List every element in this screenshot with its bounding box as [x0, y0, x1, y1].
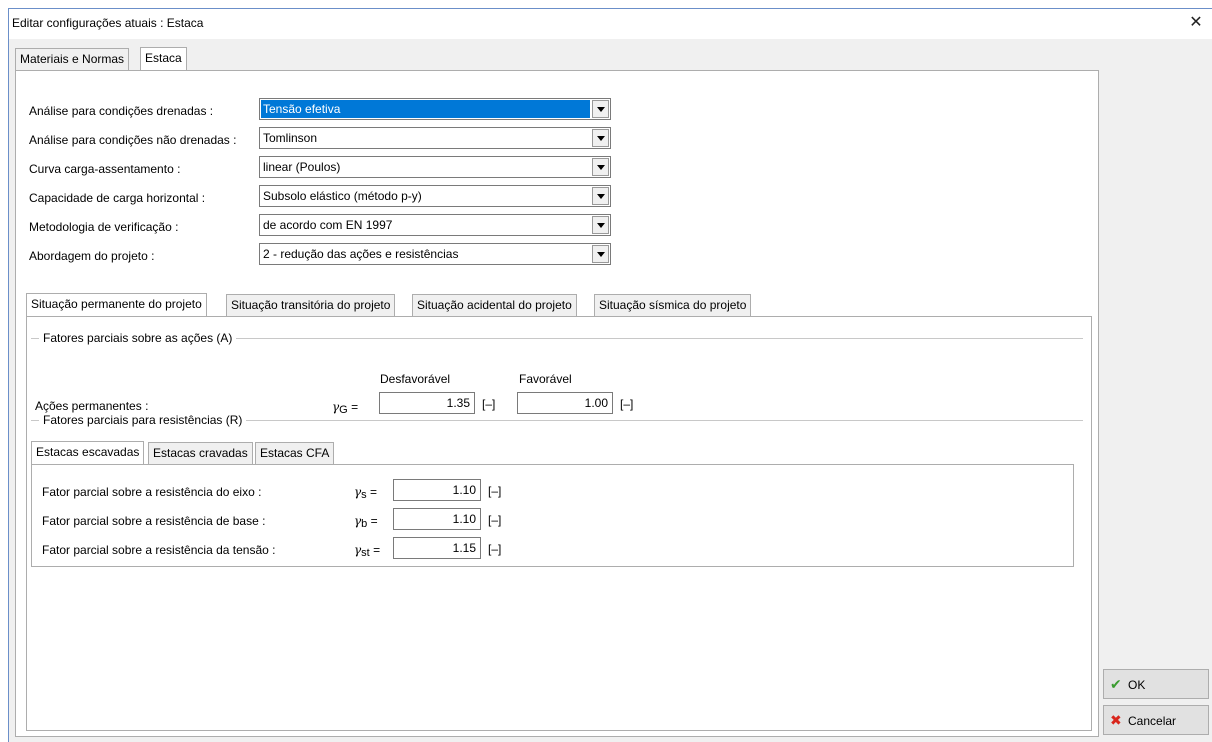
select-value: de acordo com EN 1997: [263, 218, 393, 232]
verification-method-label: Metodologia de verificação :: [29, 220, 179, 234]
tab-label: Situação permanente do projeto: [31, 297, 202, 311]
gamma-s-symbol: γs =: [354, 485, 378, 501]
gamma-b-input[interactable]: 1.10: [393, 508, 481, 530]
chevron-down-icon: [592, 187, 609, 205]
unit-label: [–]: [488, 513, 502, 527]
tab-label: Estacas cravadas: [153, 446, 248, 460]
tab-situacao-permanente[interactable]: Situação permanente do projeto: [26, 293, 207, 316]
undrained-analysis-label: Análise para condições não drenadas :: [29, 133, 237, 147]
tab-label: Estaca: [145, 51, 182, 65]
favorable-header: Favorável: [519, 372, 572, 386]
settings-dialog: Editar configurações atuais : Estaca ✕ M…: [8, 8, 1212, 742]
chevron-down-icon: [592, 216, 609, 234]
tab-label: Situação transitória do projeto: [231, 298, 391, 312]
base-resistance-label: Fator parcial sobre a resistência de bas…: [42, 514, 266, 528]
load-settlement-select[interactable]: linear (Poulos): [259, 156, 611, 178]
load-settlement-label: Curva carga-assentamento :: [29, 162, 181, 176]
window-title: Editar configurações atuais : Estaca: [12, 16, 204, 30]
chevron-down-icon: [592, 100, 609, 118]
gamma-b-symbol: γb =: [354, 514, 378, 530]
tab-label: Materiais e Normas: [20, 52, 125, 66]
tab-estaca[interactable]: Estaca: [140, 47, 187, 70]
tab-materiais-e-normas[interactable]: Materiais e Normas: [15, 48, 130, 70]
select-value: Tomlinson: [263, 131, 318, 145]
tension-resistance-label: Fator parcial sobre a resistência da ten…: [42, 543, 276, 557]
ok-button[interactable]: ✔ OK: [1103, 669, 1209, 699]
tab-label: Estacas CFA: [260, 446, 330, 460]
gamma-g-unfavorable-input[interactable]: 1.35: [379, 392, 475, 414]
permanent-actions-label: Ações permanentes :: [35, 399, 149, 413]
estaca-panel: Análise para condições drenadas : Tensão…: [15, 70, 1099, 737]
tab-situacao-acidental[interactable]: Situação acidental do projeto: [412, 294, 577, 316]
select-value: linear (Poulos): [263, 160, 341, 174]
tab-situacao-transitoria[interactable]: Situação transitória do projeto: [226, 294, 396, 316]
verification-method-select[interactable]: de acordo com EN 1997: [259, 214, 611, 236]
undrained-analysis-select[interactable]: Tomlinson: [259, 127, 611, 149]
chevron-down-icon: [592, 245, 609, 263]
resistance-factors-panel: Fator parcial sobre a resistência do eix…: [31, 464, 1074, 567]
resistances-group-title: Fatores parciais para resistências (R): [39, 413, 247, 427]
unfavorable-header: Desfavorável: [380, 372, 451, 386]
tab-label: Situação sísmica do projeto: [599, 298, 747, 312]
unit-label: [–]: [620, 397, 634, 411]
drained-analysis-label: Análise para condições drenadas :: [29, 104, 214, 118]
checkmark-icon: ✔: [1110, 676, 1122, 692]
actions-group-title: Fatores parciais sobre as ações (A): [39, 331, 237, 345]
gamma-s-input[interactable]: 1.10: [393, 479, 481, 501]
tab-situacao-sismica[interactable]: Situação sísmica do projeto: [594, 294, 752, 316]
horizontal-capacity-label: Capacidade de carga horizontal :: [29, 191, 206, 205]
title-bar: Editar configurações atuais : Estaca ✕: [9, 9, 1212, 39]
tab-estacas-cravadas[interactable]: Estacas cravadas: [148, 442, 253, 464]
unit-label: [–]: [488, 484, 502, 498]
x-mark-icon: ✖: [1110, 712, 1122, 728]
close-icon: ✕: [1189, 14, 1203, 31]
situation-panel: Fatores parciais sobre as ações (A) Desf…: [26, 316, 1092, 731]
design-approach-select[interactable]: 2 - redução das ações e resistências: [259, 243, 611, 265]
unit-label: [–]: [488, 542, 502, 556]
close-button[interactable]: ✕: [1180, 9, 1212, 37]
tab-estacas-escavadas[interactable]: Estacas escavadas: [31, 441, 145, 464]
gamma-st-symbol: γst =: [354, 543, 381, 559]
gamma-g-symbol: γG =: [332, 400, 359, 416]
tab-label: Estacas escavadas: [36, 445, 140, 459]
tab-estacas-cfa[interactable]: Estacas CFA: [255, 442, 335, 464]
gamma-st-input[interactable]: 1.15: [393, 537, 481, 559]
drained-analysis-select[interactable]: Tensão efetiva: [259, 98, 611, 120]
design-approach-label: Abordagem do projeto :: [29, 249, 155, 263]
chevron-down-icon: [592, 158, 609, 176]
gamma-g-favorable-input[interactable]: 1.00: [517, 392, 613, 414]
cancel-label: Cancelar: [1128, 714, 1177, 728]
chevron-down-icon: [592, 129, 609, 147]
select-value: Tensão efetiva: [261, 100, 590, 118]
select-value: 2 - redução das ações e resistências: [263, 247, 459, 261]
unit-label: [–]: [482, 397, 496, 411]
horizontal-capacity-select[interactable]: Subsolo elástico (método p-y): [259, 185, 611, 207]
cancel-button[interactable]: ✖ Cancelar: [1103, 705, 1209, 735]
ok-label: OK: [1128, 678, 1146, 692]
select-value: Subsolo elástico (método p-y): [263, 189, 422, 203]
shaft-resistance-label: Fator parcial sobre a resistência do eix…: [42, 485, 262, 499]
tab-label: Situação acidental do projeto: [417, 298, 572, 312]
